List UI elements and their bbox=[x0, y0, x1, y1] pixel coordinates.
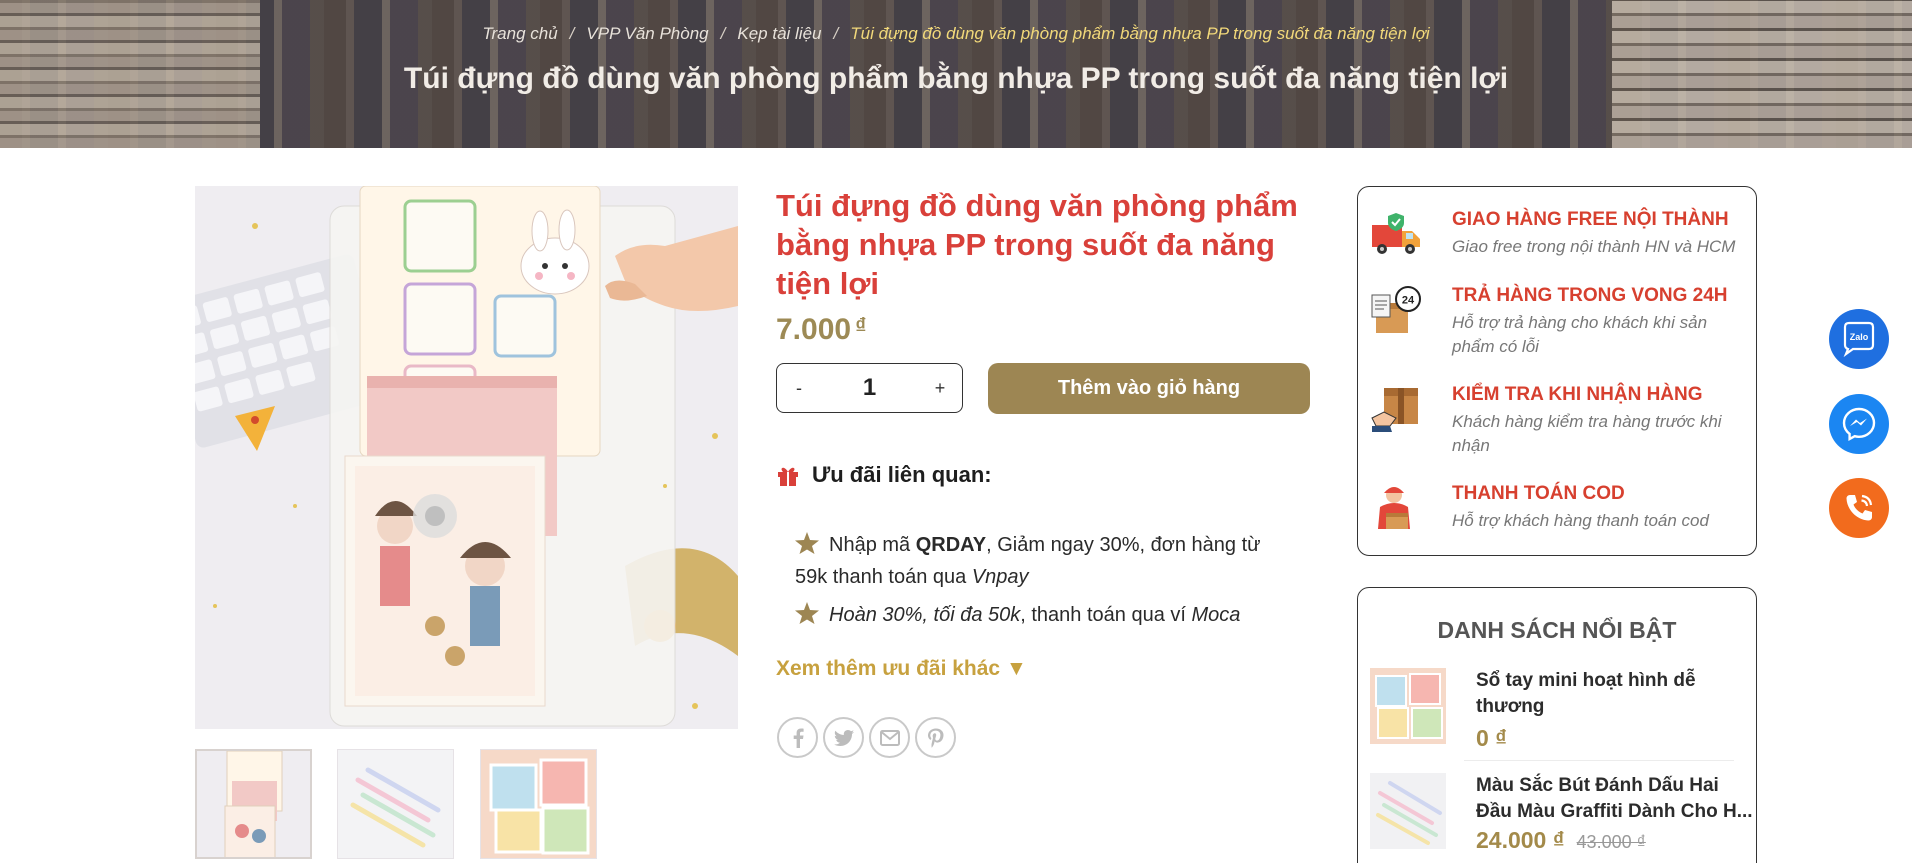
benefit-item: KIỂM TRA KHI NHẬN HÀNG Khách hàng kiểm t… bbox=[1370, 384, 1750, 455]
promo-heading-text: Ưu đãi liên quan: bbox=[812, 462, 992, 487]
price-value: 7.000 bbox=[776, 313, 852, 346]
product-main-image[interactable] bbox=[195, 186, 738, 729]
promo-item: Hoàn 30%, tối đa 50k, thanh toán qua ví … bbox=[795, 599, 1295, 631]
breadcrumb-separator: / bbox=[833, 24, 839, 43]
quantity-stepper: - 1 + bbox=[776, 363, 963, 413]
benefit-description: Hỗ trợ khách hàng thanh toán cod bbox=[1452, 511, 1709, 530]
benefit-title: THANH TOÁN COD bbox=[1452, 483, 1625, 504]
price-currency: ₫ bbox=[855, 313, 867, 338]
featured-item-thumbnail[interactable] bbox=[1370, 773, 1446, 849]
product-thumbnail-image bbox=[1370, 773, 1446, 849]
phone-icon bbox=[1846, 494, 1873, 521]
benefit-title: KIỂM TRA KHI NHẬN HÀNG bbox=[1452, 384, 1703, 405]
promo-wallet: Moca bbox=[1191, 604, 1241, 626]
page-hero: Trang chủ / VPP Văn Phòng / Kẹp tài liệu / Túi… bbox=[0, 0, 1912, 148]
star-icon bbox=[795, 532, 819, 554]
facebook-icon bbox=[793, 728, 804, 748]
breadcrumb-separator: / bbox=[720, 24, 726, 43]
benefit-title: GIAO HÀNG FREE NỘI THÀNH bbox=[1452, 209, 1729, 230]
thumbnail-image bbox=[338, 750, 453, 858]
product-title: Túi đựng đồ dùng văn phòng phẩm bằng nhự… bbox=[776, 188, 1298, 301]
phone-call-button[interactable] bbox=[1829, 478, 1889, 538]
thumbnail-3[interactable] bbox=[480, 749, 597, 859]
facebook-share-button[interactable] bbox=[777, 717, 818, 758]
promo-code: QRDAY bbox=[915, 534, 987, 556]
benefit-description: Giao free trong nội thành HN và HCM bbox=[1452, 237, 1736, 256]
gift-icon bbox=[778, 467, 798, 486]
twitter-share-button[interactable] bbox=[823, 717, 864, 758]
star-icon bbox=[795, 602, 819, 624]
page-title: Túi đựng đồ dùng văn phòng phẩm bằng nhự… bbox=[403, 62, 1509, 95]
thumbnail-image bbox=[481, 750, 596, 858]
pinterest-share-button[interactable] bbox=[915, 717, 956, 758]
promo-text: , thanh toán qua ví bbox=[1020, 604, 1192, 626]
benefit-title: TRẢ HÀNG TRONG VONG 24H bbox=[1452, 285, 1728, 306]
pinterest-icon bbox=[927, 728, 943, 748]
messenger-icon bbox=[1842, 407, 1876, 442]
current-price: 24.000 ₫ bbox=[1476, 827, 1565, 853]
breadcrumb-current: Túi đựng đồ dùng văn phòng phẩm bằng nhự… bbox=[850, 24, 1430, 43]
messenger-chat-button[interactable] bbox=[1829, 394, 1889, 454]
delivery-truck-icon bbox=[1372, 213, 1420, 254]
cod-courier-icon bbox=[1378, 487, 1410, 529]
benefit-item: 24 TRẢ HÀNG TRONG VONG 24H Hỗ trợ trả hà… bbox=[1370, 285, 1750, 356]
thumbnail-1[interactable] bbox=[195, 749, 312, 859]
more-promos-link[interactable]: Xem thêm ưu đãi khác ▼ bbox=[776, 657, 1027, 681]
current-price: 0 ₫ bbox=[1476, 725, 1507, 751]
featured-item-thumbnail[interactable] bbox=[1370, 668, 1446, 744]
breadcrumb-separator: / bbox=[569, 24, 575, 43]
twitter-icon bbox=[833, 729, 854, 746]
breadcrumb: Trang chủ / VPP Văn Phòng / Kẹp tài liệu / Túi… bbox=[0, 24, 1912, 44]
promo-item: Nhập mã QRDAY, Giảm ngay 30%, đơn hàng t… bbox=[795, 529, 1295, 593]
breadcrumb-category[interactable]: VPP Văn Phòng bbox=[586, 24, 708, 43]
product-price: 7.000 ₫ bbox=[776, 313, 866, 347]
featured-item-name[interactable]: Sổ tay mini hoạt hình dễ thương bbox=[1476, 668, 1756, 720]
benefit-item: THANH TOÁN COD Hỗ trợ khách hàng thanh t… bbox=[1370, 483, 1750, 553]
benefit-description: Khách hàng kiểm tra hàng trước khi nhận bbox=[1452, 412, 1722, 455]
svg-text:24: 24 bbox=[1402, 295, 1415, 307]
add-to-cart-button[interactable]: Thêm vào giỏ hàng bbox=[988, 363, 1310, 414]
envelope-icon bbox=[879, 729, 900, 746]
featured-title: DANH SÁCH NỔI BẬT bbox=[1437, 617, 1677, 643]
featured-products: DANH SÁCH NỔI BẬT Sổ tay mini hoạt hình … bbox=[1357, 587, 1757, 863]
old-price: 43.000 ₫ bbox=[1576, 832, 1646, 852]
featured-item-name[interactable]: Màu Sắc Bút Đánh Dấu Hai Đầu Màu Graffit… bbox=[1476, 773, 1756, 825]
zalo-icon: Zalo bbox=[1843, 321, 1875, 358]
divider bbox=[1464, 760, 1734, 761]
promo-list: Nhập mã QRDAY, Giảm ngay 30%, đơn hàng t… bbox=[795, 529, 1295, 631]
promo-heading: Ưu đãi liên quan: bbox=[776, 462, 992, 488]
product-thumbnail-image bbox=[1370, 668, 1446, 744]
zalo-chat-button[interactable]: Zalo bbox=[1829, 309, 1889, 369]
thumbnail-image bbox=[197, 751, 310, 857]
benefit-description: Hỗ trợ trả hàng cho khách khi sản phẩm c… bbox=[1452, 313, 1708, 356]
quantity-input[interactable]: 1 bbox=[821, 374, 918, 402]
breadcrumb-home[interactable]: Trang chủ bbox=[482, 24, 557, 43]
featured-item-price: 0 ₫ bbox=[1476, 725, 1507, 752]
breadcrumb-subcategory[interactable]: Kẹp tài liệu bbox=[737, 24, 821, 43]
benefit-item: GIAO HÀNG FREE NỘI THÀNH Giao free trong… bbox=[1370, 209, 1750, 279]
promo-payment-method: Vnpay bbox=[971, 566, 1029, 588]
product-photo bbox=[195, 186, 738, 729]
thumbnail-2[interactable] bbox=[337, 749, 454, 859]
email-share-button[interactable] bbox=[869, 717, 910, 758]
quantity-decrease-button[interactable]: - bbox=[777, 378, 821, 399]
promo-text: Nhập mã bbox=[829, 534, 916, 556]
featured-item-price: 24.000 ₫ 43.000 ₫ bbox=[1476, 827, 1646, 854]
quantity-increase-button[interactable]: + bbox=[918, 378, 962, 399]
service-benefits-box: GIAO HÀNG FREE NỘI THÀNH Giao free trong… bbox=[1357, 186, 1757, 556]
check-package-icon bbox=[1371, 388, 1418, 432]
share-buttons bbox=[777, 717, 956, 758]
zalo-label: Zalo bbox=[1850, 332, 1869, 342]
promo-cashback: Hoàn 30%, tối đa 50k bbox=[829, 604, 1021, 626]
return-24h-icon: 24 bbox=[1371, 286, 1421, 333]
